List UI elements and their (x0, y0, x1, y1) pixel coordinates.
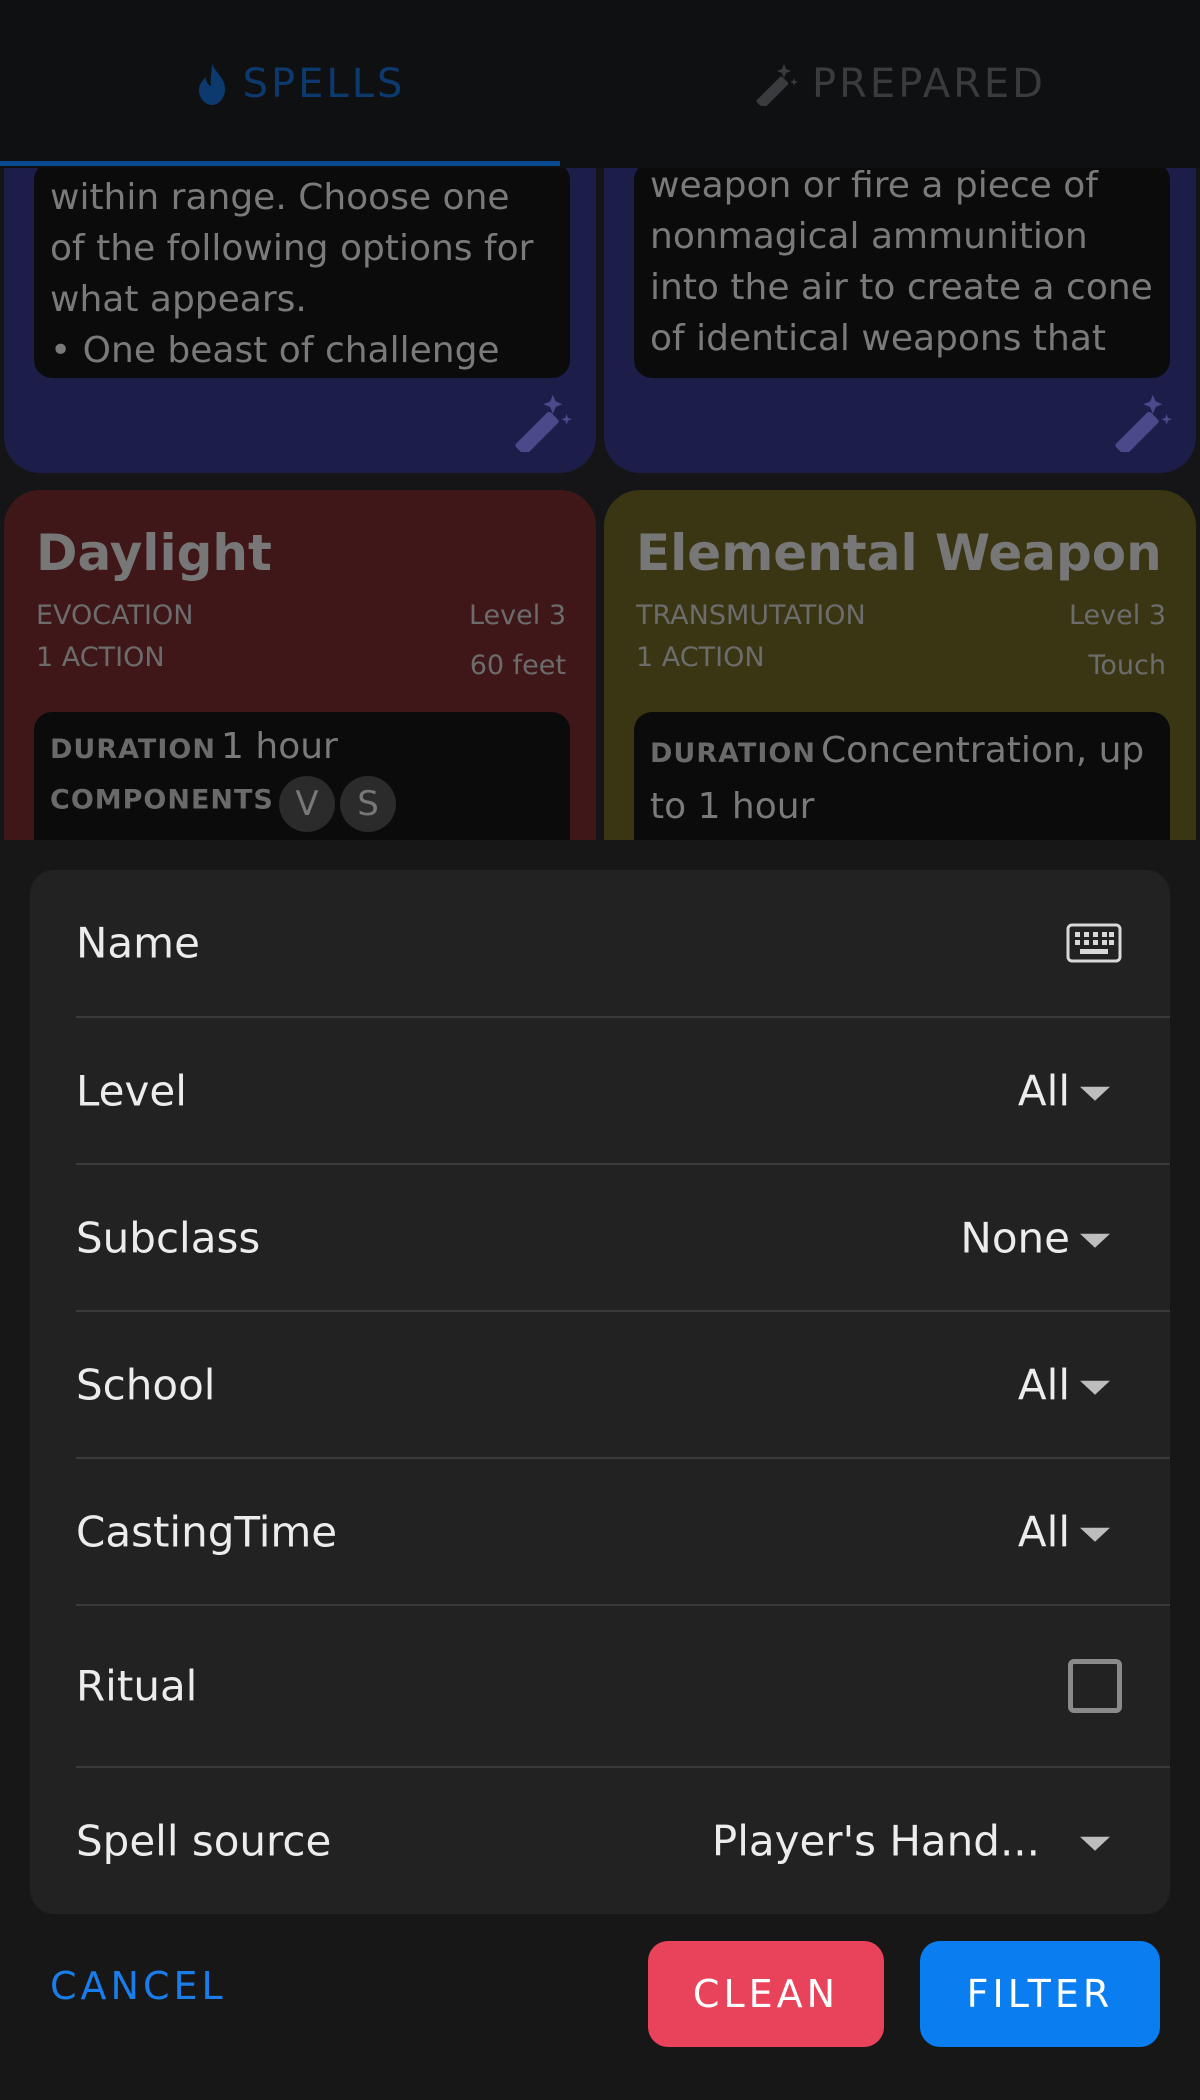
spell-range: 60 feet (469, 650, 566, 681)
spell-description-box: within range. Choose one of the followin… (34, 162, 570, 378)
school-value: All (1017, 1360, 1070, 1409)
spell-range: Touch (1088, 650, 1167, 681)
tab-spells-label: SPELLS (242, 61, 406, 107)
flame-icon (198, 63, 225, 105)
spell-source-label: Spell source (76, 1816, 332, 1866)
spellbook-screen: SPELLS PREPARED within range. Choose one… (0, 0, 1200, 2100)
cancel-button[interactable]: CANCEL (50, 1950, 227, 2022)
spell-level: Level 3 (1068, 600, 1166, 631)
spell-source-value: Player's Hand... (711, 1816, 1040, 1866)
keyboard-icon[interactable] (1066, 923, 1122, 963)
component-chip: S (340, 776, 397, 832)
magic-wand-icon (756, 64, 798, 106)
spell-source-select[interactable]: Spell source Player's Hand... (76, 1768, 1170, 1914)
filter-sheet: Name Level All Subclass None School All … (0, 840, 1200, 2100)
clean-button[interactable]: CLEAN (648, 1941, 884, 2047)
spell-title: Elemental Weapon (636, 524, 1162, 582)
spell-level: Level 3 (468, 600, 566, 631)
name-field[interactable]: Name (76, 870, 1170, 1016)
spell-duration: 1 hour (221, 726, 338, 767)
filter-panel: Name Level All Subclass None School All … (30, 870, 1170, 1914)
chevron-down-icon (1080, 1527, 1110, 1542)
spell-casting-time: 1 ACTION (36, 642, 165, 673)
ritual-label: Ritual (76, 1661, 198, 1711)
name-label: Name (76, 918, 200, 968)
level-select[interactable]: Level All (76, 1018, 1170, 1163)
magic-wand-icon[interactable] (1112, 392, 1172, 452)
component-chip: V (278, 776, 335, 832)
casting-time-value: All (1017, 1507, 1070, 1556)
chevron-down-icon (1080, 1836, 1110, 1851)
ritual-toggle[interactable]: Ritual (76, 1606, 1170, 1766)
tab-spells[interactable]: SPELLS (0, 0, 600, 168)
subclass-select[interactable]: Subclass None (76, 1165, 1170, 1310)
chevron-down-icon (1080, 1380, 1110, 1395)
ritual-checkbox[interactable] (1068, 1659, 1122, 1713)
chevron-down-icon (1080, 1233, 1110, 1248)
school-label: School (76, 1360, 216, 1409)
level-label: Level (76, 1066, 187, 1115)
school-select[interactable]: School All (76, 1312, 1170, 1457)
spell-title: Daylight (36, 524, 272, 582)
spell-description: weapon or fire a piece of nonmagical amm… (650, 165, 1153, 359)
casting-time-select[interactable]: CastingTime All (76, 1459, 1170, 1604)
duration-label: DURATION (650, 738, 816, 769)
filter-button[interactable]: FILTER (920, 1941, 1160, 2047)
level-value: All (1017, 1066, 1070, 1115)
tab-bar: SPELLS PREPARED (0, 0, 1200, 168)
active-tab-indicator (0, 161, 560, 166)
spell-description-box: weapon or fire a piece of nonmagical amm… (634, 162, 1170, 378)
spell-casting-time: 1 ACTION (636, 642, 765, 673)
chevron-down-icon (1080, 1086, 1110, 1101)
components-label: COMPONENTS (50, 784, 274, 816)
spell-description: within range. Choose one of the followin… (50, 177, 534, 371)
magic-wand-icon[interactable] (512, 392, 572, 452)
subclass-label: Subclass (76, 1213, 261, 1262)
spell-school: TRANSMUTATION (636, 600, 866, 631)
tab-prepared[interactable]: PREPARED (600, 0, 1200, 168)
spell-school: EVOCATION (36, 600, 194, 631)
subclass-value: None (960, 1213, 1070, 1262)
tab-prepared-label: PREPARED (812, 61, 1046, 107)
casting-time-label: CastingTime (76, 1507, 338, 1556)
duration-label: DURATION (50, 734, 216, 765)
